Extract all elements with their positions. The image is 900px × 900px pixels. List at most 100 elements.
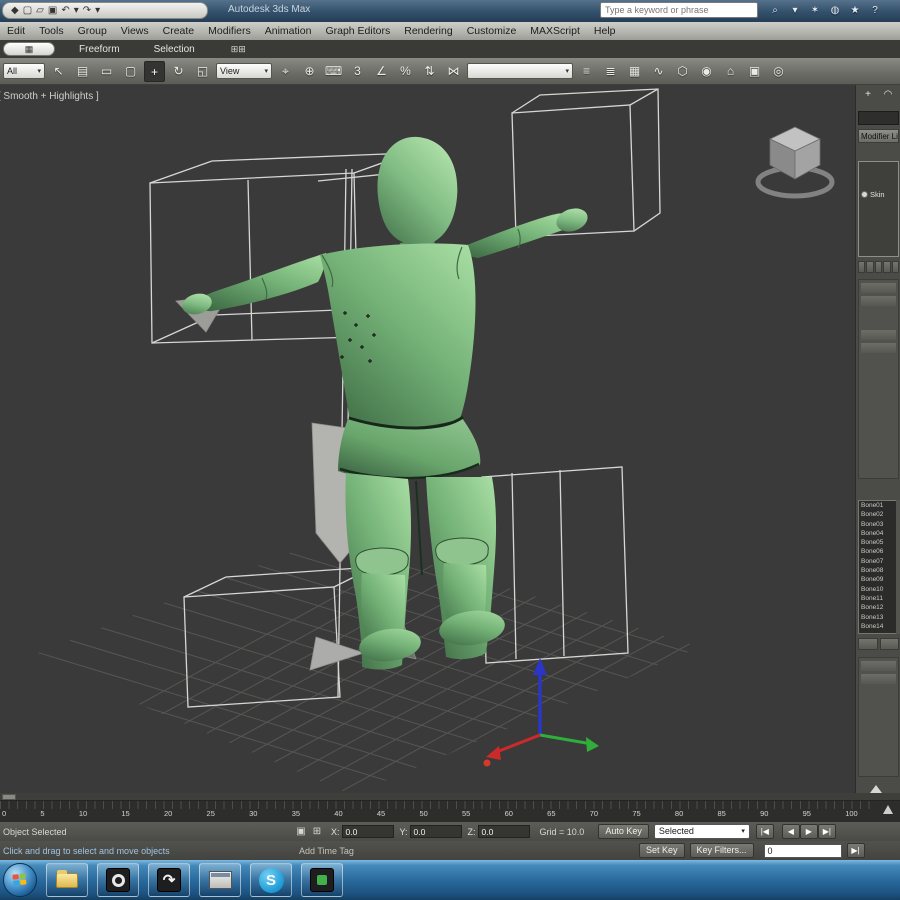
modifier-list-dropdown[interactable]: Modifier List [858, 129, 899, 143]
set-key-button[interactable]: Set Key [639, 843, 685, 858]
menu-item[interactable]: Modifiers [201, 25, 258, 37]
current-frame-field[interactable]: 0 [763, 843, 842, 858]
explorer-icon[interactable] [46, 863, 88, 897]
search-dropdown-icon[interactable]: ▾ [788, 5, 802, 16]
modify-tab-icon[interactable]: ◠ [880, 87, 896, 103]
x-coordinate-field[interactable]: 0.0 [341, 825, 394, 838]
select-manipulate-icon[interactable]: ⊕ [299, 61, 320, 82]
recorder-window-icon[interactable] [199, 863, 241, 897]
bone-list[interactable]: Bone01 Bone02 Bone03 Bone04 Bone05 Bone06 Bone… [858, 500, 899, 634]
menu-item[interactable]: Rendering [397, 25, 459, 37]
rollout-parameters[interactable] [858, 279, 899, 479]
spinner-snap-icon[interactable]: ⇅ [419, 61, 440, 82]
undo-icon[interactable]: ↶ [61, 3, 69, 18]
bone-list-buttons[interactable] [858, 638, 899, 650]
help-icon[interactable]: ? [868, 5, 882, 16]
bone-list-item[interactable]: Bone04 [859, 529, 898, 538]
modifier-stack-row[interactable]: Skin [859, 188, 898, 200]
bone-list-item[interactable]: Bone10 [859, 585, 898, 594]
bone-list-item[interactable]: Bone02 [859, 510, 898, 519]
panel-scroll-up-icon[interactable] [870, 785, 882, 793]
y-coordinate-field[interactable]: 0.0 [409, 825, 462, 838]
bone-list-item[interactable]: Bone06 [859, 547, 898, 556]
menu-item[interactable]: Group [71, 25, 114, 37]
keyboard-override-icon[interactable]: ⌨ [323, 61, 344, 82]
snap-toggle-icon[interactable]: 3 [347, 61, 368, 82]
go-to-end-button[interactable]: ▶| [846, 843, 865, 858]
align-icon[interactable]: ≡ [576, 61, 597, 82]
bone-list-item[interactable]: Bone08 [859, 566, 898, 575]
select-by-name-icon[interactable]: ▤ [72, 61, 93, 82]
character-model[interactable] [180, 136, 591, 670]
redo-dropdown-icon[interactable]: ▾ [95, 3, 100, 18]
key-filters-button[interactable]: Key Filters... [689, 843, 754, 858]
menu-item[interactable]: Help [587, 25, 623, 37]
media-player-icon[interactable] [97, 863, 139, 897]
play-button[interactable]: ▶ [799, 824, 818, 839]
ribbon-toggle-icon[interactable]: ▦ [624, 61, 645, 82]
select-move-icon[interactable]: + [144, 60, 165, 82]
bone-list-item[interactable]: Bone14 [859, 622, 898, 631]
3dsmax-icon[interactable]: ↷ [148, 863, 190, 897]
viewcube[interactable] [755, 126, 835, 199]
selection-lock-icon[interactable]: ▣ [293, 826, 309, 837]
infocenter-search-input[interactable] [600, 2, 758, 18]
z-coordinate-field[interactable]: 0.0 [477, 825, 530, 838]
new-scene-icon[interactable]: ▢ [23, 3, 32, 18]
time-slider[interactable] [0, 793, 900, 801]
bone-list-item[interactable]: Bone12 [859, 603, 898, 612]
menu-item[interactable]: Customize [460, 25, 524, 37]
layer-manager-icon[interactable]: ≣ [600, 61, 621, 82]
bone-list-item[interactable]: Bone05 [859, 538, 898, 547]
stack-tool-buttons[interactable] [858, 261, 900, 273]
skype-icon[interactable]: S [250, 863, 292, 897]
window-crossing-icon[interactable]: ▢ [120, 61, 141, 82]
material-editor-icon[interactable]: ◉ [696, 61, 717, 82]
object-name-field[interactable] [858, 111, 899, 125]
select-scale-icon[interactable]: ◱ [192, 61, 213, 82]
search-icon[interactable]: ⌕ [768, 5, 782, 16]
track-bar-end-icon[interactable] [883, 805, 893, 814]
named-selection-sets-dropdown[interactable]: ▾ [467, 63, 573, 79]
select-object-icon[interactable]: ↖ [48, 61, 69, 82]
time-slider-handle[interactable] [2, 794, 16, 800]
bone-list-item[interactable]: Bone07 [859, 557, 898, 566]
menu-item[interactable]: Create [156, 25, 202, 37]
graphite-modeling-tools-button[interactable]: ▦ [3, 42, 55, 56]
select-rotate-icon[interactable]: ↻ [168, 61, 189, 82]
angle-snap-icon[interactable]: ∠ [371, 61, 392, 82]
selection-region-icon[interactable]: ▭ [96, 61, 117, 82]
capture-app-icon[interactable] [301, 863, 343, 897]
bone-list-item[interactable]: Bone03 [859, 520, 898, 529]
menu-item[interactable]: Graph Editors [318, 25, 397, 37]
previous-frame-button[interactable]: ◀ [781, 824, 800, 839]
modifier-stack[interactable]: Skin [858, 161, 899, 257]
percent-snap-icon[interactable]: % [395, 61, 416, 82]
absolute-mode-icon[interactable]: ⊞ [309, 826, 325, 837]
bone-list-item[interactable]: Bone09 [859, 575, 898, 584]
rendered-frame-icon[interactable]: ▣ [744, 61, 765, 82]
modifier-onoff-icon[interactable] [861, 190, 868, 198]
go-to-start-button[interactable]: |◀ [755, 824, 774, 839]
start-button[interactable] [3, 863, 37, 897]
transform-gizmo[interactable] [483, 658, 600, 767]
create-tab-icon[interactable]: + [860, 87, 876, 103]
save-file-icon[interactable]: ▣ [48, 3, 57, 18]
reference-coordinate-dropdown[interactable]: View ▾ [216, 63, 272, 79]
perspective-viewport[interactable]: [ + ] [ Perspective ] [ Smooth + Highlig… [0, 85, 855, 793]
redo-icon[interactable]: ↷ [83, 3, 91, 18]
menu-item[interactable]: MAXScript [523, 25, 587, 37]
menu-item[interactable]: Animation [258, 25, 319, 37]
bone-list-item[interactable]: Bone01 [859, 501, 898, 510]
next-frame-button[interactable]: ▶| [817, 824, 836, 839]
undo-dropdown-icon[interactable]: ▾ [74, 3, 79, 18]
subscription-center-icon[interactable]: ✶ [808, 5, 822, 16]
favorites-icon[interactable]: ★ [848, 5, 862, 16]
render-icon[interactable]: ◎ [768, 61, 789, 82]
communication-center-icon[interactable]: ◍ [828, 5, 842, 16]
curve-editor-icon[interactable]: ∿ [648, 61, 669, 82]
mirror-icon[interactable]: ⋈ [443, 61, 464, 82]
menu-item[interactable]: Tools [32, 25, 71, 37]
max-logo-icon[interactable]: ◆ [11, 3, 19, 18]
auto-key-button[interactable]: Auto Key [598, 824, 649, 839]
